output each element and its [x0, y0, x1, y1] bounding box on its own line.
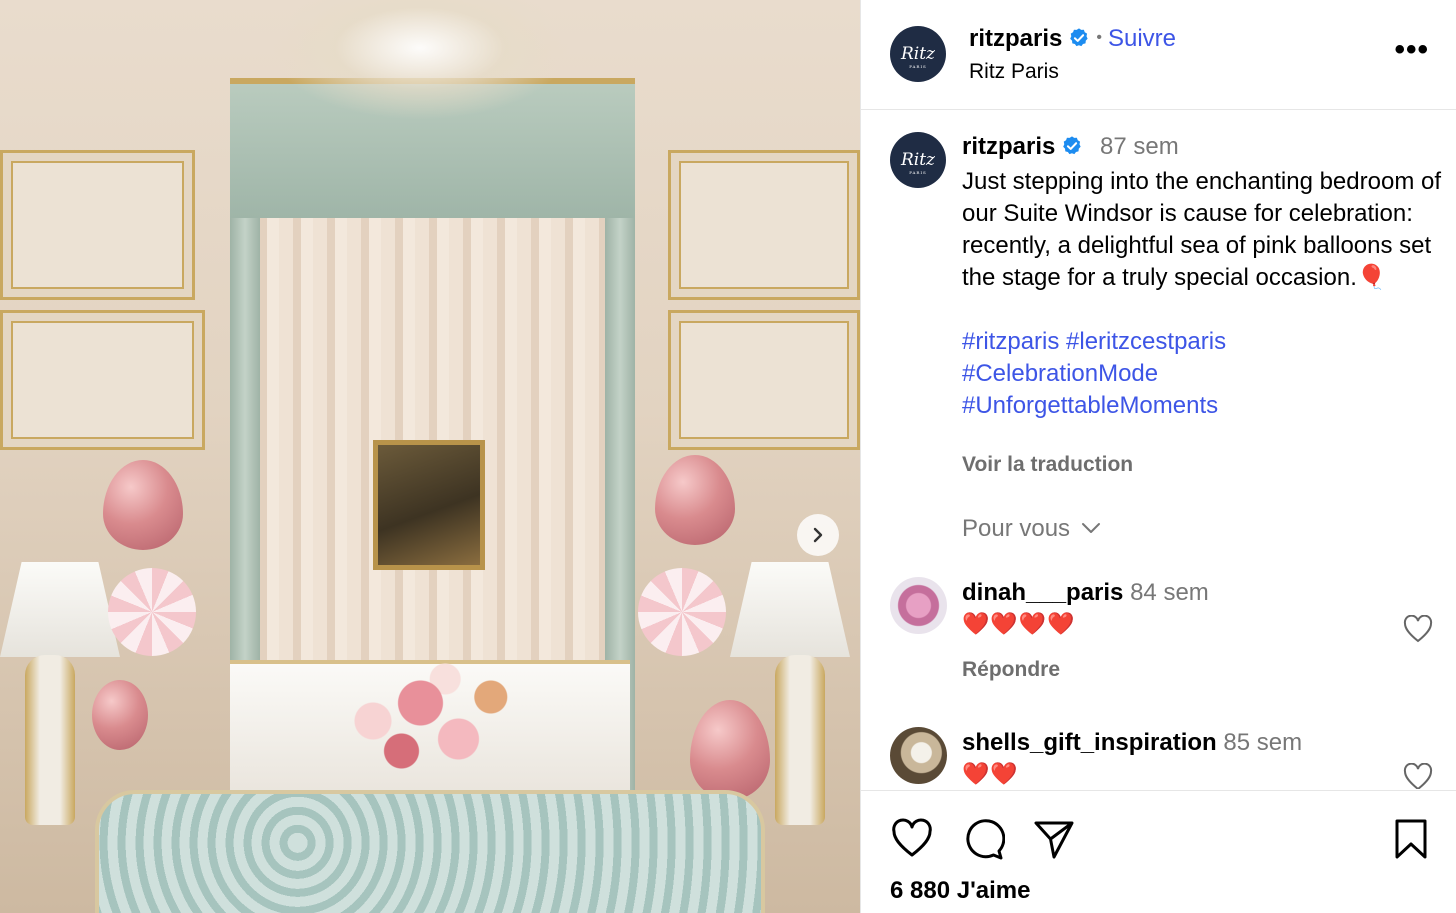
- heart-balloon: [103, 460, 183, 550]
- post-location[interactable]: Ritz Paris: [969, 60, 1059, 84]
- caption-text: Just stepping into the enchanting bedroo…: [962, 168, 1441, 291]
- candy-balloon: [638, 568, 726, 656]
- comment-time[interactable]: 85 sem: [1223, 729, 1302, 756]
- follow-button[interactable]: Suivre: [1108, 25, 1176, 52]
- candy-balloon: [108, 568, 196, 656]
- wall-panel-right-lower: [668, 310, 860, 450]
- avatar-logo-subtext: PARIS: [909, 64, 927, 69]
- comment-item: shells_gift_inspiration 85 sem ❤️❤️: [861, 725, 1456, 789]
- avatar[interactable]: Ritz PARIS: [890, 132, 946, 188]
- post-side-panel: Ritz PARIS ritzparis • Suivre Ritz Paris …: [860, 0, 1456, 913]
- post-header: Ritz PARIS ritzparis • Suivre Ritz Paris …: [861, 0, 1456, 110]
- heart-balloon: [655, 455, 735, 545]
- bookmark-icon[interactable]: [1389, 817, 1433, 861]
- likes-count[interactable]: 6 880 J'aime: [890, 877, 1030, 905]
- hashtag-link[interactable]: #UnforgettableMoments: [962, 390, 1442, 422]
- lamp-base-right: [775, 655, 825, 825]
- chevron-right-icon: [813, 527, 823, 543]
- heart-balloon: [690, 700, 770, 800]
- balloon-cluster: [335, 655, 525, 775]
- round-balloon: [92, 680, 148, 750]
- landscape-painting: [373, 440, 485, 570]
- comment-username[interactable]: shells_gift_inspiration: [962, 729, 1217, 756]
- comment-username[interactable]: dinah___paris: [962, 579, 1123, 606]
- caption-body: Just stepping into the enchanting bedroo…: [962, 166, 1442, 422]
- comment-text: ❤️❤️❤️❤️: [962, 611, 1076, 636]
- wall-panel-left: [0, 150, 195, 300]
- comment-sort-dropdown[interactable]: Pour vous: [962, 515, 1101, 543]
- next-image-button[interactable]: [797, 514, 839, 556]
- lamp-shade-left: [0, 562, 120, 657]
- separator-dot: •: [1096, 29, 1102, 46]
- avatar[interactable]: [890, 727, 947, 784]
- reply-button[interactable]: Répondre: [962, 658, 1060, 682]
- heart-icon[interactable]: [1403, 763, 1433, 789]
- more-options-icon[interactable]: •••: [1394, 35, 1429, 65]
- heart-icon[interactable]: [1403, 615, 1433, 643]
- heart-icon[interactable]: [890, 817, 934, 861]
- lamp-shade-right: [730, 562, 850, 657]
- chevron-down-icon: [1081, 523, 1100, 533]
- lamp-base-left: [25, 655, 75, 825]
- post-actions: 6 880 J'aime: [861, 790, 1456, 913]
- avatar-logo-text: Ritz: [900, 44, 936, 64]
- avatar-logo-text: Ritz: [900, 150, 936, 170]
- comment-sort-label: Pour vous: [962, 515, 1071, 542]
- comment-header: dinah___paris 84 sem: [962, 579, 1209, 607]
- avatar-logo-subtext: PARIS: [909, 170, 927, 175]
- wall-panel-left-lower: [0, 310, 205, 450]
- header-user-line: ritzparis • Suivre: [969, 25, 1176, 53]
- post-username[interactable]: ritzparis: [969, 25, 1062, 52]
- caption-time[interactable]: 87 sem: [1100, 133, 1179, 160]
- hashtag-link[interactable]: #CelebrationMode: [962, 358, 1442, 390]
- avatar[interactable]: Ritz PARIS: [890, 26, 946, 82]
- comment-text: ❤️❤️: [962, 761, 1019, 786]
- comment-item: dinah___paris 84 sem ❤️❤️❤️❤️ Répondre: [861, 575, 1456, 705]
- avatar[interactable]: [890, 577, 947, 634]
- share-icon[interactable]: [1032, 817, 1076, 861]
- sofa: [95, 790, 765, 913]
- verified-badge-icon: [1070, 28, 1088, 47]
- see-translation-link[interactable]: Voir la traduction: [962, 453, 1133, 477]
- caption-username[interactable]: ritzparis: [962, 133, 1055, 160]
- wall-panel-right: [668, 150, 860, 300]
- hashtag-link[interactable]: #ritzparis #leritzcestparis: [962, 326, 1442, 358]
- comment-icon[interactable]: [961, 817, 1005, 861]
- comments-section[interactable]: Ritz PARIS ritzparis 87 sem Just steppin…: [861, 111, 1456, 789]
- chandelier: [270, 0, 570, 120]
- verified-badge-icon: [1063, 136, 1081, 155]
- post-image[interactable]: [0, 0, 860, 913]
- caption-header: ritzparis 87 sem: [962, 133, 1179, 161]
- comment-header: shells_gift_inspiration 85 sem: [962, 729, 1302, 757]
- comment-time[interactable]: 84 sem: [1130, 579, 1209, 606]
